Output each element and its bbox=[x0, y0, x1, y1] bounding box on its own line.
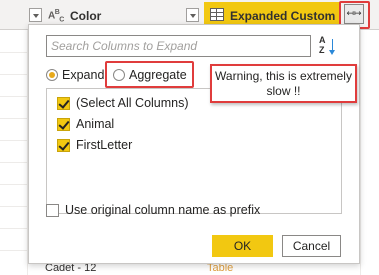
sort-az-icon: AZ bbox=[319, 35, 326, 55]
text-type-icon: ABC bbox=[48, 9, 64, 24]
prefix-label: Use original column name as prefix bbox=[65, 203, 261, 217]
list-item-label: FirstLetter bbox=[76, 138, 133, 152]
color-column-header[interactable]: Color bbox=[70, 9, 101, 23]
cancel-button[interactable]: Cancel bbox=[282, 235, 341, 257]
expanded-custom-column-label: Expanded Custom bbox=[230, 9, 336, 23]
expand-radio-label: Expand bbox=[62, 68, 105, 82]
firstletter-checkbox[interactable] bbox=[57, 139, 70, 152]
sort-az-button[interactable]: AZ bbox=[318, 34, 340, 58]
sort-arrow-icon bbox=[329, 39, 335, 55]
color-column-filter-dropdown-icon[interactable] bbox=[186, 8, 199, 22]
column-filter-dropdown-icon[interactable] bbox=[29, 8, 42, 22]
column-list: (Select All Columns) Animal FirstLetter bbox=[46, 88, 342, 214]
grid-right-strip bbox=[360, 30, 379, 275]
ok-button[interactable]: OK bbox=[212, 235, 273, 257]
expand-columns-popup: AZ Expand Aggregate (Select All Columns)… bbox=[28, 24, 360, 264]
select-all-checkbox[interactable] bbox=[57, 97, 70, 110]
table-type-icon bbox=[210, 8, 224, 21]
list-item-label: (Select All Columns) bbox=[76, 96, 189, 110]
warning-line-2: slow !! bbox=[266, 84, 301, 98]
search-columns-input[interactable] bbox=[46, 35, 311, 57]
row-grid-left bbox=[0, 30, 28, 275]
warning-line-1: Warning, this is extremely bbox=[215, 69, 352, 83]
aggregate-highlight bbox=[105, 61, 194, 88]
expand-radio[interactable] bbox=[46, 69, 58, 81]
prefix-checkbox[interactable] bbox=[46, 204, 59, 217]
warning-callout: Warning, this is extremely slow !! bbox=[210, 64, 357, 103]
list-item-label: Animal bbox=[76, 117, 115, 131]
animal-checkbox[interactable] bbox=[57, 118, 70, 131]
